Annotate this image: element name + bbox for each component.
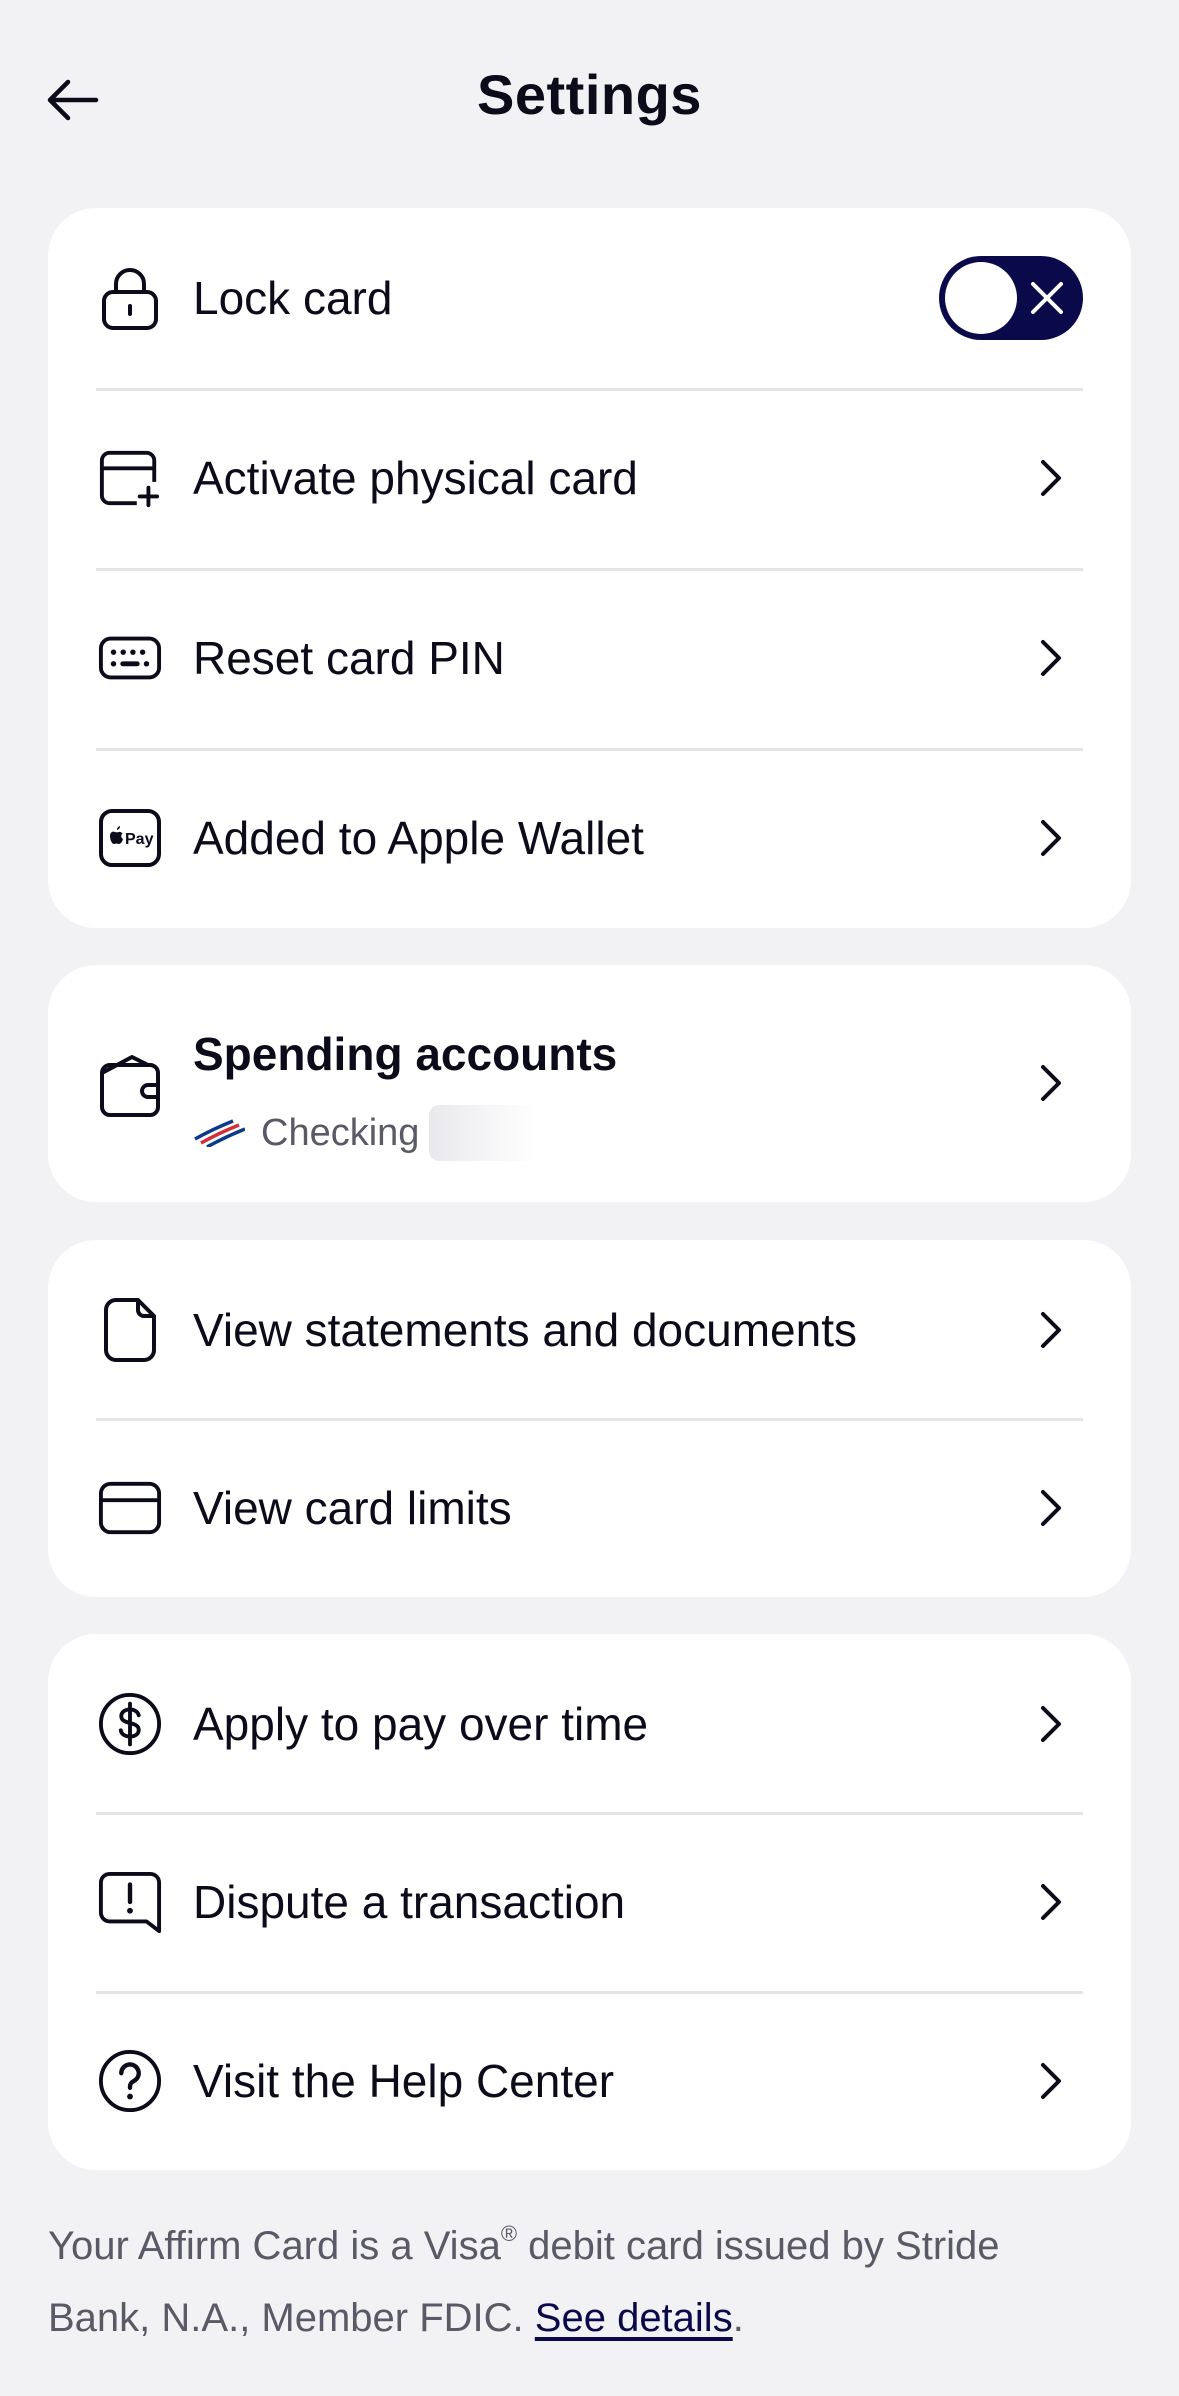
card-plus-icon [98,446,162,510]
bank-logo-icon [194,1119,245,1147]
apple-pay-icon-text: Pay [125,831,154,848]
view-card-limits-row[interactable]: View card limits [48,1418,1131,1598]
spending-account-info: Checking [193,1105,540,1161]
card-icon [98,1476,162,1540]
apple-wallet-row[interactable]: Pay Added to Apple Wallet [48,748,1131,928]
spending-account-type: Checking [261,1111,420,1154]
chevron-right-icon [1031,634,1071,682]
view-statements-row[interactable]: View statements and documents [48,1240,1131,1420]
chevron-right-icon [1031,1484,1071,1532]
chevron-right-icon [1031,1059,1071,1107]
lock-card-row: Lock card [48,208,1131,388]
dispute-transaction-label: Dispute a transaction [193,1876,626,1928]
alert-message-icon [98,1870,162,1934]
help-center-row[interactable]: Visit the Help Center [48,1991,1131,2171]
keypad-icon [98,626,162,690]
apply-pay-over-time-label: Apply to pay over time [193,1698,649,1750]
page-title: Settings [477,63,702,126]
apple-pay-icon: Pay [98,806,162,870]
card-disclosure: Your Affirm Card is a Visa® debit card i… [48,2210,1108,2354]
activate-physical-card-label: Activate physical card [193,452,638,504]
spending-accounts-card[interactable]: Spending accounts Checking [48,965,1131,1202]
lock-icon [98,266,162,330]
lock-card-label: Lock card [193,272,393,324]
see-details-link[interactable]: See details [535,2296,733,2340]
reset-card-pin-label: Reset card PIN [193,632,505,684]
chevron-right-icon [1031,1306,1071,1354]
lock-card-toggle[interactable] [939,256,1083,340]
header: Settings [0,0,1179,200]
disclosure-text: Your Affirm Card is a Visa [48,2224,501,2268]
card-settings-group: Lock card Activate physical card Reset c… [48,208,1131,928]
chevron-right-icon [1031,814,1071,862]
masked-account-number [429,1105,540,1161]
wallet-icon [96,1051,164,1119]
help-group: Apply to pay over time Dispute a transac… [48,1634,1131,2170]
dispute-transaction-row[interactable]: Dispute a transaction [48,1812,1131,1992]
close-icon [1031,282,1063,314]
chevron-right-icon [1031,1700,1071,1748]
dollar-circle-icon [98,1692,162,1756]
help-center-label: Visit the Help Center [193,2055,615,2107]
view-statements-label: View statements and documents [193,1304,857,1356]
chevron-right-icon [1031,2057,1071,2105]
spending-accounts-title: Spending accounts [193,1028,618,1080]
document-icon [98,1298,162,1362]
disclosure-period: . [732,2296,744,2340]
question-circle-icon [98,2049,162,2113]
chevron-right-icon [1031,1878,1071,1926]
apply-pay-over-time-row[interactable]: Apply to pay over time [48,1634,1131,1814]
registered-mark: ® [500,2221,518,2246]
apple-wallet-label: Added to Apple Wallet [193,812,644,864]
toggle-knob [945,262,1017,334]
view-card-limits-label: View card limits [193,1482,512,1534]
documents-group: View statements and documents View card … [48,1240,1131,1597]
chevron-right-icon [1031,454,1071,502]
activate-physical-card-row[interactable]: Activate physical card [48,388,1131,568]
reset-card-pin-row[interactable]: Reset card PIN [48,568,1131,748]
